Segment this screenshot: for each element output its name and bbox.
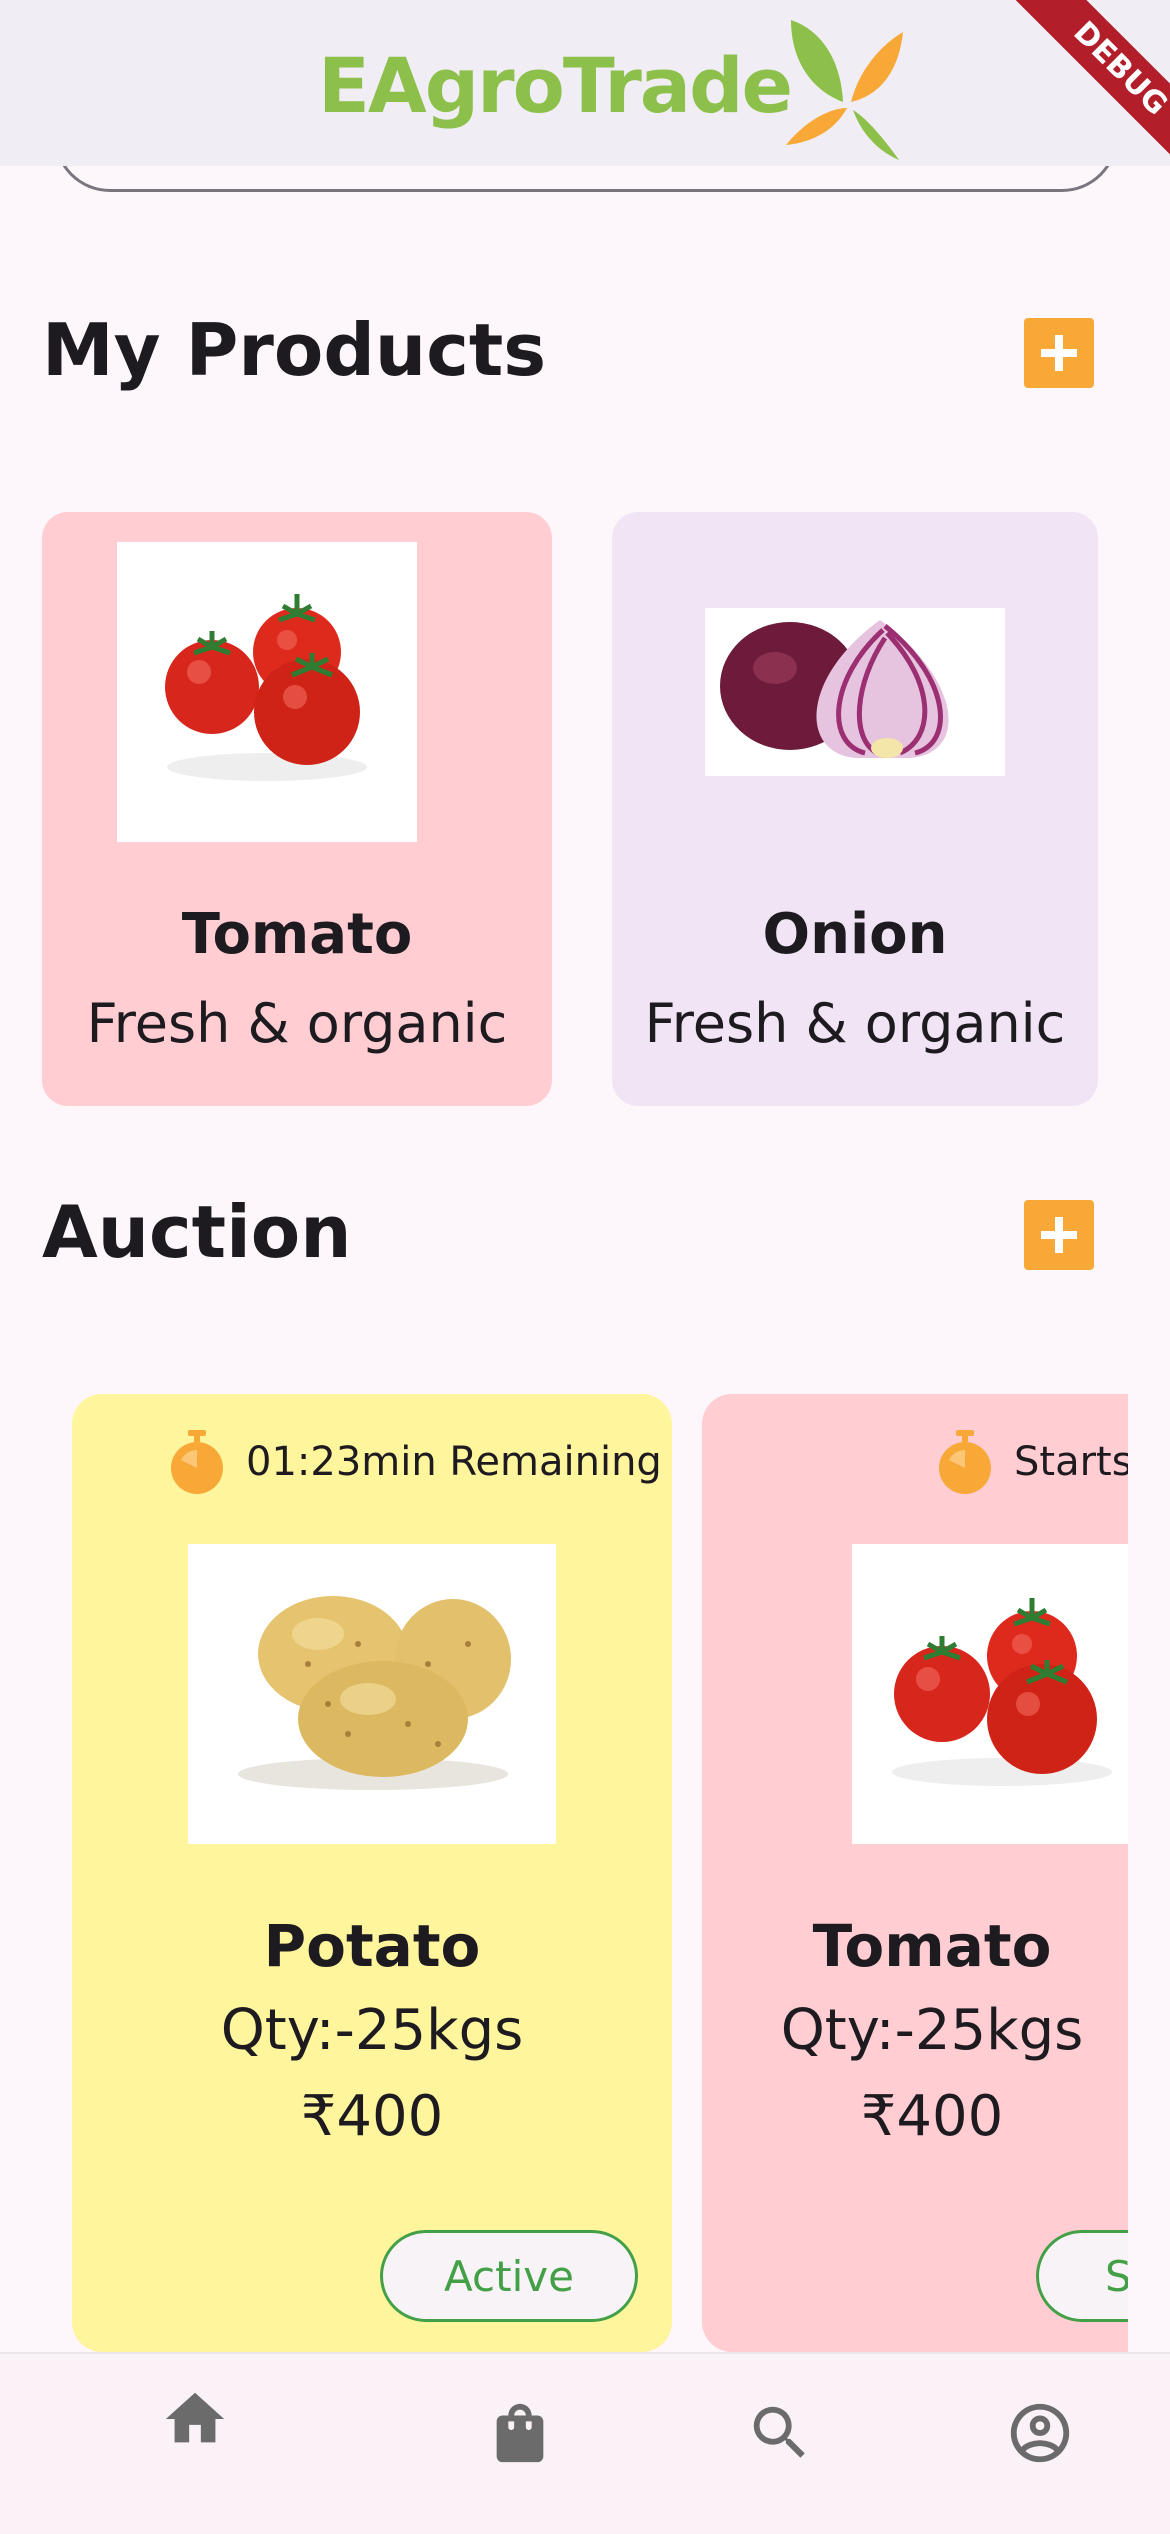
add-product-button[interactable] — [1024, 318, 1094, 388]
auction-quantity: Qty:-25kgs — [780, 1998, 1084, 2063]
nav-profile[interactable] — [970, 2398, 1110, 2518]
timer-icon — [939, 1430, 991, 1494]
nav-search[interactable] — [710, 2398, 850, 2518]
auction-title: Auction — [42, 1190, 352, 1274]
bottom-navigation — [0, 2352, 1170, 2534]
auction-timer: Starts — [936, 1430, 1128, 1494]
product-subtitle: Fresh & organic — [644, 992, 1066, 1055]
product-name: Tomato — [181, 902, 413, 967]
auction-card-tomato[interactable]: Starts Tomato Qty:-25kgs ₹400 S — [702, 1394, 1128, 2352]
debug-banner: DEBUG — [980, 0, 1170, 190]
product-subtitle: Fresh & organic — [86, 992, 508, 1055]
timer-icon — [171, 1430, 223, 1494]
add-box-icon — [1041, 1217, 1077, 1253]
app-bar: EAgroTrade DEBUG — [0, 0, 1170, 190]
shopping-bag-icon — [496, 2403, 544, 2463]
auction-card-potato[interactable]: 01:23min Remaining Potato Qty:-25kgs ₹40… — [72, 1394, 672, 2352]
auction-product-name: Potato — [263, 1912, 481, 1980]
debug-label: DEBUG — [996, 0, 1170, 190]
auction-price: ₹400 — [860, 2084, 1004, 2149]
auction-price: ₹400 — [300, 2084, 444, 2149]
auction-product-name: Tomato — [812, 1912, 1052, 1980]
add-auction-button[interactable] — [1024, 1200, 1094, 1270]
product-card-tomato[interactable]: Tomato Fresh & organic — [42, 512, 552, 1106]
search-icon — [753, 2406, 805, 2458]
leaf-logo-icon — [786, 20, 904, 160]
auction-timer: 01:23min Remaining — [168, 1430, 662, 1494]
timer-text: 01:23min Remaining — [246, 1439, 662, 1485]
tomato-image — [117, 542, 417, 842]
nav-home[interactable] — [125, 2384, 265, 2504]
product-name: Onion — [762, 902, 948, 967]
product-card-onion[interactable]: Onion Fresh & organic — [612, 512, 1098, 1106]
app-title: EAgroTrade — [318, 40, 793, 130]
auction-quantity: Qty:-25kgs — [220, 1998, 524, 2063]
potato-image — [188, 1544, 556, 1844]
status-active-button[interactable]: Active — [380, 2230, 638, 2322]
nav-bag[interactable] — [450, 2398, 590, 2518]
status-button[interactable]: S — [1036, 2230, 1128, 2322]
my-products-title: My Products — [42, 308, 547, 392]
home-icon — [165, 2392, 225, 2443]
account-circle-icon — [1010, 2403, 1070, 2463]
add-box-icon — [1041, 335, 1077, 371]
tomato-image — [852, 1544, 1128, 1844]
timer-text: Starts — [1014, 1439, 1128, 1485]
app-logo: EAgroTrade — [318, 10, 911, 160]
onion-image — [705, 608, 1005, 776]
